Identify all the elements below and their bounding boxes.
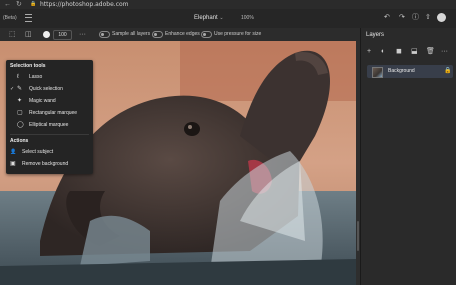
layer-toolbar: + ◐ ◼ ⬓ 🗑 ··· [361, 47, 456, 57]
checkmark-icon: ✓ [10, 86, 15, 92]
selection-tools-flyout: Selection tools ℓ Lasso ✓ ✎ Quick select… [6, 60, 93, 174]
more-icon[interactable]: ··· [441, 47, 448, 57]
add-layer-icon[interactable]: + [367, 47, 371, 57]
menu-icon[interactable] [25, 14, 32, 22]
beta-badge: (Beta) [3, 15, 17, 21]
remove-background-icon: ▣ [10, 161, 16, 167]
brush-preview-icon[interactable] [43, 31, 50, 38]
url-field[interactable]: https://photoshop.adobe.com [40, 0, 129, 9]
layer-row-background[interactable]: Background 🔒 [367, 65, 453, 78]
rectangle-marquee-icon: ▢ [17, 110, 23, 116]
selection-tool-icon[interactable]: ⬚ [9, 30, 16, 39]
selection-tools-heading: Selection tools [10, 63, 46, 69]
brush-size-input[interactable]: 100 [53, 30, 72, 40]
tool-elliptical-marquee[interactable]: ◯ Elliptical marquee [6, 120, 93, 131]
info-icon[interactable]: ⓘ [412, 13, 419, 23]
tool-quick-selection[interactable]: ✓ ✎ Quick selection [6, 84, 93, 95]
tool-options-bar: ⬚ ◫ 100 ··· Sample all layers Enhance ed… [0, 28, 360, 41]
tool-label: Magic wand [29, 98, 56, 104]
enhance-edges-toggle[interactable] [152, 31, 163, 38]
action-label: Select subject [22, 149, 54, 155]
vertical-scrollbar[interactable] [357, 221, 359, 251]
back-icon[interactable]: ← [4, 0, 11, 9]
selection-mode-icon[interactable]: ◫ [25, 30, 32, 39]
undo-icon[interactable]: ↶ [384, 13, 390, 23]
delete-icon[interactable]: 🗑 [426, 47, 435, 57]
use-pressure-toggle[interactable] [201, 31, 212, 38]
layers-title: Layers [366, 32, 385, 38]
more-options-icon[interactable]: ··· [79, 30, 86, 39]
avatar[interactable] [437, 13, 446, 22]
layer-thumbnail [372, 67, 383, 78]
tool-magic-wand[interactable]: ✦ Magic wand [6, 96, 93, 107]
tool-rectangular-marquee[interactable]: ▢ Rectangular marquee [6, 108, 93, 119]
adjustment-layer-icon[interactable]: ◐ [381, 47, 385, 57]
action-remove-background[interactable]: ▣ Remove background [6, 159, 93, 170]
redo-icon[interactable]: ↷ [399, 13, 405, 23]
lock-icon[interactable]: 🔒 [444, 66, 451, 76]
tool-label: Quick selection [29, 86, 63, 92]
lasso-icon: ℓ [17, 74, 19, 80]
browser-address-bar: ← ↻ 🔒 https://photoshop.adobe.com [0, 0, 456, 9]
ellipse-marquee-icon: ◯ [17, 122, 24, 128]
sample-all-layers-toggle[interactable] [99, 31, 110, 38]
action-select-subject[interactable]: 👤 Select subject [6, 147, 93, 158]
actions-heading: Actions [10, 138, 29, 144]
lock-icon: 🔒 [30, 1, 37, 7]
app-header: (Beta) Elephant ⌄ 100% ↶ ↷ ⓘ ⇧ [0, 9, 456, 29]
layer-properties-icon[interactable]: ⬓ [411, 47, 418, 57]
use-pressure-label: Use pressure for size [214, 31, 262, 37]
tool-label: Elliptical marquee [29, 122, 69, 128]
tool-label: Rectangular marquee [29, 110, 78, 116]
flyout-divider [10, 134, 89, 135]
document-title[interactable]: Elephant ⌄ [194, 13, 224, 23]
share-icon[interactable]: ⇧ [425, 13, 431, 23]
mask-icon[interactable]: ◼ [396, 47, 402, 57]
enhance-edges-label: Enhance edges [165, 31, 200, 37]
zoom-level[interactable]: 100% [241, 13, 254, 23]
layers-panel: Layers + ◐ ◼ ⬓ 🗑 ··· Background 🔒 [360, 28, 456, 285]
quick-selection-icon: ✎ [17, 86, 23, 92]
chevron-down-icon: ⌄ [219, 15, 224, 21]
magic-wand-icon: ✦ [17, 98, 23, 104]
layer-name: Background [388, 68, 415, 74]
tool-label: Lasso [29, 74, 43, 80]
document-title-text: Elephant [194, 15, 218, 21]
sample-all-layers-label: Sample all layers [112, 31, 151, 37]
reload-icon[interactable]: ↻ [16, 0, 22, 9]
action-label: Remove background [22, 161, 69, 167]
canvas-area[interactable]: Selection tools ℓ Lasso ✓ ✎ Quick select… [0, 41, 360, 285]
tool-lasso[interactable]: ℓ Lasso [6, 72, 93, 83]
person-icon: 👤 [10, 149, 17, 155]
